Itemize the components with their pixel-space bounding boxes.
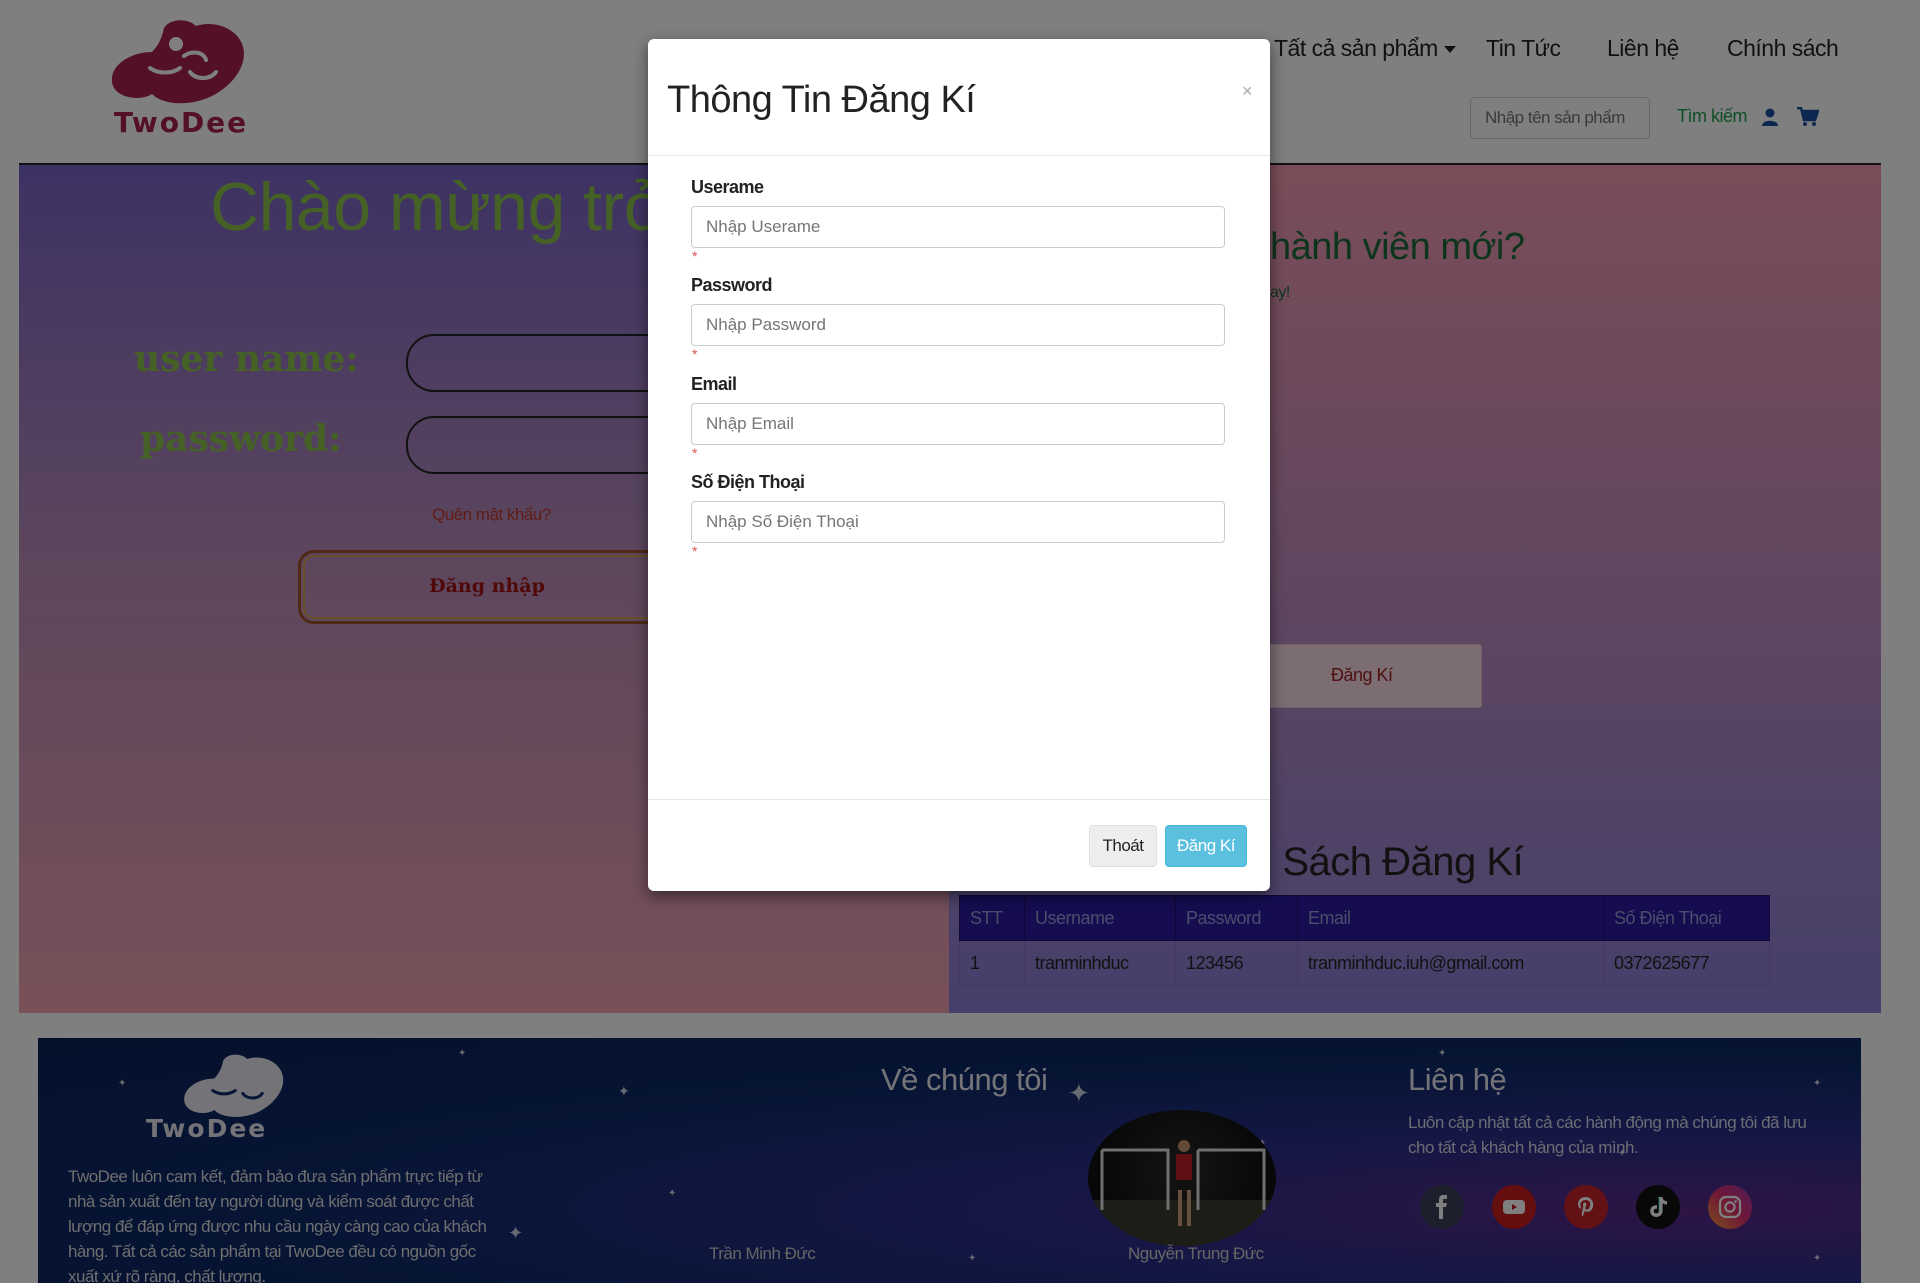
modal-footer-divider [648, 799, 1270, 800]
register-modal: Thông Tin Đăng Kí × Userame * Password *… [648, 39, 1270, 891]
username-field[interactable] [691, 206, 1225, 248]
email-field[interactable] [691, 403, 1225, 445]
cancel-button[interactable]: Thoát [1089, 825, 1157, 867]
password-field-label: Password [691, 275, 773, 295]
phone-field[interactable] [691, 501, 1225, 543]
submit-register-button[interactable]: Đăng Kí [1165, 825, 1247, 867]
close-icon[interactable]: × [1242, 81, 1253, 102]
phone-field-label: Số Điện Thoại [691, 472, 805, 492]
required-mark: * [692, 543, 697, 559]
required-mark: * [692, 346, 697, 362]
required-mark: * [692, 248, 697, 264]
modal-title: Thông Tin Đăng Kí [667, 79, 976, 121]
password-field[interactable] [691, 304, 1225, 346]
email-field-label: Email [691, 374, 737, 394]
required-mark: * [692, 445, 697, 461]
username-field-label: Userame [691, 177, 764, 197]
modal-header-divider [648, 155, 1270, 156]
